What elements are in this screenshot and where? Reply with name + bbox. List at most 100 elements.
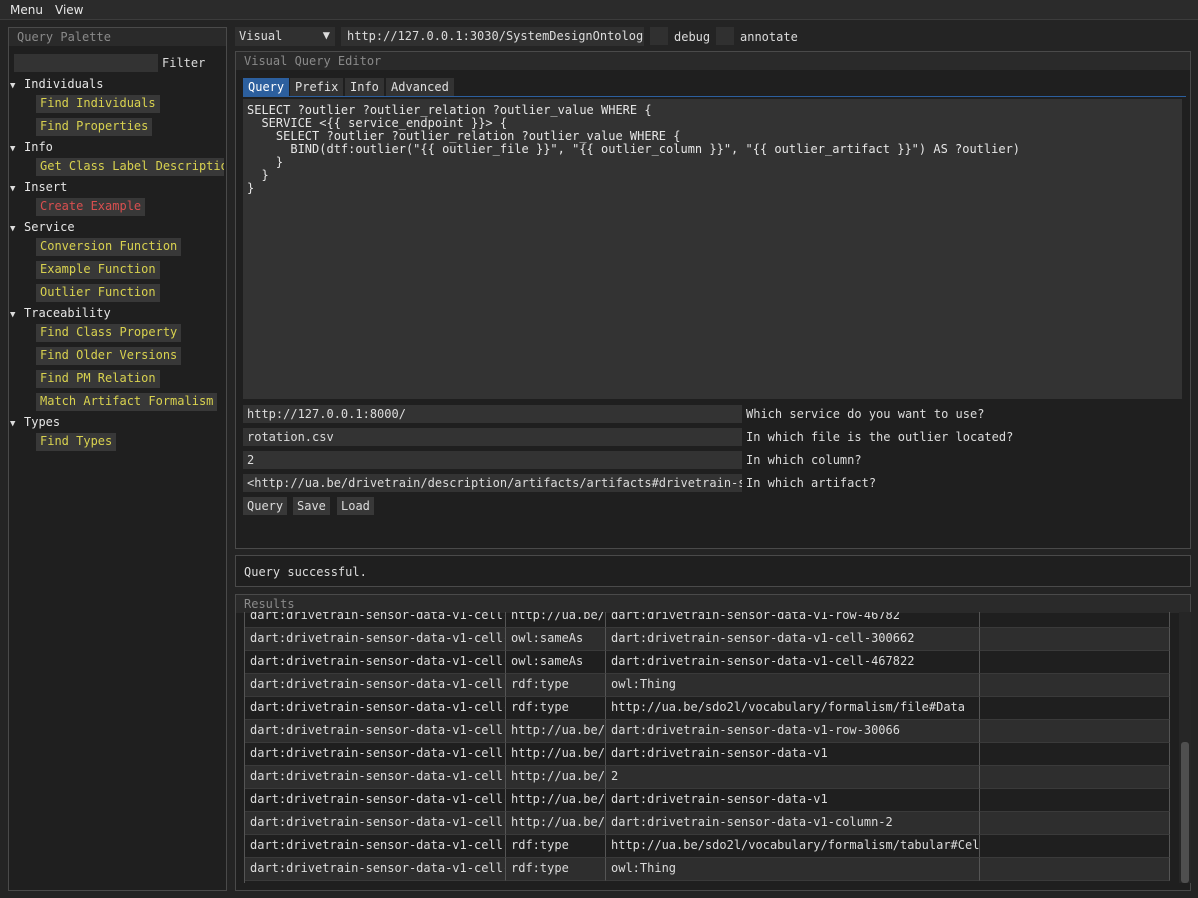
table-cell	[980, 812, 1170, 835]
table-cell: rdf:type	[506, 858, 606, 881]
table-row[interactable]: dart:drivetrain-sensor-data-v1-cell-3006…	[245, 628, 1170, 651]
table-row[interactable]: dart:drivetrain-sensor-data-v1-cell-3006…	[245, 697, 1170, 720]
table-cell: dart:drivetrain-sensor-data-v1-cell-4678…	[245, 612, 506, 628]
status-message: Query successful.	[244, 565, 367, 579]
status-panel: Query successful.	[235, 555, 1191, 587]
table-cell: owl:Thing	[606, 674, 980, 697]
table-cell: owl:sameAs	[506, 628, 606, 651]
outlier-column-label: In which column?	[746, 453, 862, 467]
outlier-file-input[interactable]: rotation.csv	[243, 428, 742, 446]
query-text-editor[interactable]: SELECT ?outlier ?outlier_relation ?outli…	[243, 99, 1182, 399]
tab-info[interactable]: Info	[345, 78, 384, 96]
endpoint-url-input[interactable]: http://127.0.0.1:3030/SystemDesignOntolo…	[341, 27, 644, 46]
save-button[interactable]: Save	[293, 497, 330, 515]
table-cell: owl:Thing	[606, 858, 980, 881]
table-cell: http://ua.be/sdo2l/vocabulary/formalism/…	[506, 612, 606, 628]
table-row[interactable]: dart:drivetrain-sensor-data-v1-cell-4678…	[245, 766, 1170, 789]
create-example-button[interactable]: Create Example	[36, 198, 146, 216]
table-cell	[980, 674, 1170, 697]
chevron-down-icon: ▼	[322, 28, 330, 42]
table-row[interactable]: dart:drivetrain-sensor-data-v1-cell-4678…	[245, 835, 1170, 858]
outlier-file-label: In which file is the outlier located?	[746, 430, 1014, 444]
table-cell: dart:drivetrain-sensor-data-v1-cell-3006…	[245, 628, 506, 651]
outlier-artifact-label: In which artifact?	[746, 476, 877, 490]
tree-group-types[interactable]: ▼ Types	[10, 415, 60, 429]
table-cell: http://ua.be/sdo2l/vocabulary/formalism/…	[506, 743, 606, 766]
table-cell: dart:drivetrain-sensor-data-v1-row-30066	[606, 720, 980, 743]
annotate-checkbox[interactable]	[716, 27, 734, 45]
table-cell: dart:drivetrain-sensor-data-v1	[606, 789, 980, 812]
results-scrollbar-thumb[interactable]	[1181, 742, 1189, 883]
table-cell: dart:drivetrain-sensor-data-v1-cell-4678…	[245, 812, 506, 835]
query-button[interactable]: Query	[243, 497, 288, 515]
service-endpoint-input[interactable]: http://127.0.0.1:8000/	[243, 405, 742, 423]
query-palette-panel: Query Palette	[8, 27, 227, 891]
annotate-label: annotate	[740, 30, 798, 44]
outlier-function-button[interactable]: Outlier Function	[36, 284, 160, 302]
results-panel: Results dart:drivetrain-sensor-data-v1-c…	[235, 594, 1191, 891]
find-pm-relation-button[interactable]: Find PM Relation	[36, 370, 160, 388]
table-cell	[980, 628, 1170, 651]
tree-group-service[interactable]: ▼ Service	[10, 220, 75, 234]
table-cell: dart:drivetrain-sensor-data-v1-cell-3006…	[245, 858, 506, 881]
table-cell	[980, 743, 1170, 766]
visual-query-editor-title: Visual Query Editor	[236, 52, 1190, 70]
table-cell	[980, 651, 1170, 674]
table-cell: dart:drivetrain-sensor-data-v1-cell-4678…	[245, 674, 506, 697]
tree-group-traceability[interactable]: ▼ Traceability	[10, 306, 111, 320]
debug-label: debug	[674, 30, 711, 44]
service-endpoint-label: Which service do you want to use?	[746, 407, 985, 421]
table-row[interactable]: dart:drivetrain-sensor-data-v1-cell-4678…	[245, 812, 1170, 835]
table-cell: http://ua.be/sdo2l/vocabulary/formalism/…	[606, 835, 980, 858]
table-cell	[980, 835, 1170, 858]
outlier-column-input[interactable]: 2	[243, 451, 742, 469]
table-row[interactable]: dart:drivetrain-sensor-data-v1-cell-4678…	[245, 651, 1170, 674]
find-older-versions-button[interactable]: Find Older Versions	[36, 347, 182, 365]
find-individuals-button[interactable]: Find Individuals	[36, 95, 160, 113]
results-title: Results	[236, 595, 1190, 613]
tree-group-individuals[interactable]: ▼ Individuals	[10, 77, 103, 91]
table-cell: http://ua.be/sdo2l/vocabulary/formalism/…	[506, 812, 606, 835]
find-types-button[interactable]: Find Types	[36, 433, 117, 451]
table-row[interactable]: dart:drivetrain-sensor-data-v1-cell-4678…	[245, 612, 1170, 628]
table-row[interactable]: dart:drivetrain-sensor-data-v1-cell-4678…	[245, 674, 1170, 697]
table-cell: dart:drivetrain-sensor-data-v1-cell-3006…	[245, 789, 506, 812]
table-cell: dart:drivetrain-sensor-data-v1-cell-4678…	[606, 651, 980, 674]
example-function-button[interactable]: Example Function	[36, 261, 160, 279]
menu-view[interactable]: View	[55, 3, 83, 17]
menu-menu[interactable]: Menu	[10, 3, 43, 17]
table-cell	[980, 697, 1170, 720]
chevron-down-icon: ▼	[10, 310, 16, 320]
query-palette-title: Query Palette	[9, 28, 226, 46]
tab-advanced[interactable]: Advanced	[386, 78, 454, 96]
match-artifact-formalism-button[interactable]: Match Artifact Formalism	[36, 393, 218, 411]
outlier-artifact-input[interactable]: <http://ua.be/drivetrain/description/art…	[243, 474, 742, 492]
table-cell: dart:drivetrain-sensor-data-v1-cell-4678…	[245, 766, 506, 789]
conversion-function-button[interactable]: Conversion Function	[36, 238, 182, 256]
tab-query[interactable]: Query	[243, 78, 290, 96]
find-properties-button[interactable]: Find Properties	[36, 118, 153, 136]
tree-group-info[interactable]: ▼ Info	[10, 140, 53, 154]
table-cell: dart:drivetrain-sensor-data-v1-cell-4678…	[245, 651, 506, 674]
table-cell: dart:drivetrain-sensor-data-v1-cell-3006…	[606, 628, 980, 651]
table-row[interactable]: dart:drivetrain-sensor-data-v1-cell-3006…	[245, 789, 1170, 812]
table-row[interactable]: dart:drivetrain-sensor-data-v1-cell-4678…	[245, 743, 1170, 766]
table-cell: dart:drivetrain-sensor-data-v1-cell-4678…	[245, 835, 506, 858]
table-cell: dart:drivetrain-sensor-data-v1-cell-3006…	[245, 720, 506, 743]
table-cell: http://ua.be/sdo2l/vocabulary/formalism/…	[506, 720, 606, 743]
tree-group-insert[interactable]: ▼ Insert	[10, 180, 67, 194]
get-class-label-description-button[interactable]: Get Class Label Description	[36, 158, 224, 176]
debug-checkbox[interactable]	[650, 27, 668, 45]
table-row[interactable]: dart:drivetrain-sensor-data-v1-cell-3006…	[245, 858, 1170, 881]
table-cell: http://ua.be/sdo2l/vocabulary/formalism/…	[506, 766, 606, 789]
tab-prefix[interactable]: Prefix	[290, 78, 344, 96]
table-cell: http://ua.be/sdo2l/vocabulary/formalism/…	[506, 789, 606, 812]
table-cell: dart:drivetrain-sensor-data-v1-cell-4678…	[245, 743, 506, 766]
table-row[interactable]: dart:drivetrain-sensor-data-v1-cell-3006…	[245, 720, 1170, 743]
find-class-property-button[interactable]: Find Class Property	[36, 324, 182, 342]
results-table: dart:drivetrain-sensor-data-v1-cell-4678…	[244, 612, 1170, 883]
filter-input[interactable]	[14, 54, 158, 72]
chevron-down-icon: ▼	[10, 81, 16, 91]
mode-select[interactable]: Visual ▼	[235, 27, 335, 46]
load-button[interactable]: Load	[337, 497, 374, 515]
